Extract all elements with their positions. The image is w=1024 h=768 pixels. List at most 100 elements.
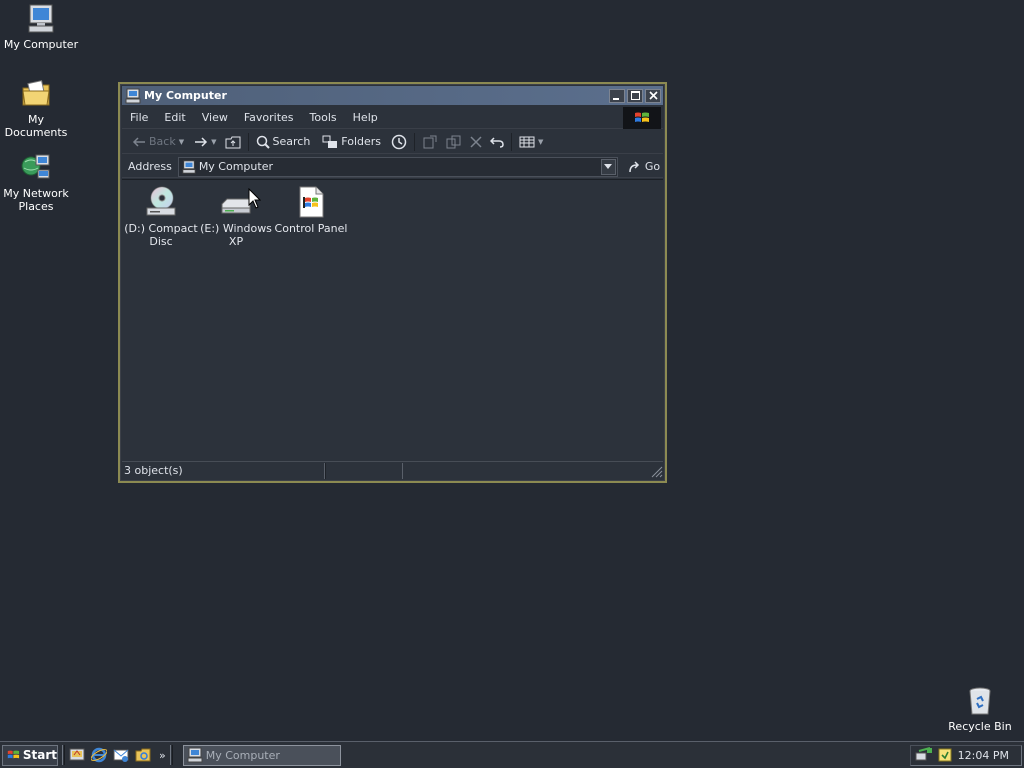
title-bar[interactable]: My Computer — [122, 86, 663, 105]
folder-documents-icon — [22, 80, 50, 106]
address-dropdown-button[interactable] — [600, 158, 616, 175]
up-folder-icon — [225, 136, 240, 148]
item-label: (E:) Windows XP — [200, 222, 272, 248]
toolbar-separator — [414, 132, 416, 151]
delete-icon — [470, 135, 482, 148]
taskbar-divider — [169, 745, 173, 765]
maximize-icon — [630, 91, 640, 100]
menu-file[interactable]: File — [122, 111, 156, 124]
views-icon — [519, 136, 535, 147]
menu-view[interactable]: View — [194, 111, 236, 124]
minimize-button[interactable] — [609, 88, 625, 103]
computer-icon — [125, 88, 141, 103]
close-icon — [648, 91, 658, 100]
control-panel-icon — [299, 186, 324, 218]
address-bar: Address My Computer Go — [122, 156, 663, 178]
menu-edit[interactable]: Edit — [156, 111, 193, 124]
windows-flag-icon — [7, 750, 20, 759]
windows-logo — [623, 106, 661, 129]
status-pane-objects: 3 object(s) — [122, 462, 325, 479]
history-icon — [391, 134, 407, 149]
drive-e-item[interactable]: (E:) Windows XP — [198, 186, 274, 248]
folders-icon — [322, 135, 338, 148]
control-panel-item[interactable]: Control Panel — [273, 186, 349, 235]
go-button[interactable]: Go — [628, 160, 660, 173]
minimize-icon — [613, 97, 619, 100]
forward-dropdown-icon[interactable]: ▼ — [211, 138, 216, 146]
address-input[interactable]: My Computer — [177, 156, 618, 177]
item-label: (D:) Compact Disc — [124, 222, 198, 248]
toolbar-separator — [511, 132, 513, 151]
move-to-button[interactable] — [418, 135, 442, 149]
quick-launch: » — [69, 747, 166, 763]
taskbar-button-my-computer[interactable]: My Computer — [182, 744, 341, 766]
desktop-icon-label: My Documents — [4, 113, 68, 139]
back-button[interactable]: Back — [128, 135, 180, 148]
computer-icon — [182, 159, 196, 174]
taskbar: Start » My Computer 12:04 PM — [0, 741, 1024, 768]
start-button[interactable]: Start — [2, 744, 58, 766]
explorer-folder-icon[interactable] — [135, 747, 151, 763]
address-label: Address — [128, 160, 172, 173]
desktop-icon-label: Recycle Bin — [948, 720, 1012, 733]
computer-icon — [187, 747, 203, 763]
security-shield-icon[interactable] — [937, 747, 953, 763]
outlook-express-icon[interactable] — [113, 747, 129, 763]
cd-drive-icon — [146, 186, 176, 216]
desktop-icon-my-network-places[interactable]: My Network Places — [0, 152, 76, 213]
resize-grip-icon[interactable] — [649, 464, 663, 478]
quick-launch-more-icon[interactable]: » — [159, 749, 166, 762]
history-button[interactable] — [387, 134, 411, 150]
status-pane-middle — [325, 462, 403, 479]
up-folder-button[interactable] — [221, 135, 245, 149]
clock[interactable]: 12:04 PM — [958, 749, 1009, 762]
start-label: Start — [22, 748, 57, 762]
taskbar-button-label: My Computer — [205, 748, 280, 762]
internet-explorer-icon[interactable] — [91, 747, 107, 763]
desktop-icon-label: My Network Places — [3, 187, 69, 213]
folders-button[interactable]: Folders — [318, 135, 385, 149]
forward-arrow-icon — [195, 136, 208, 147]
search-icon — [256, 135, 270, 149]
copy-to-button[interactable] — [442, 135, 466, 149]
folder-content: (D:) Compact Disc (E:) Windows XP Contro… — [122, 179, 663, 460]
show-desktop-icon[interactable] — [69, 747, 85, 763]
menu-help[interactable]: Help — [345, 111, 386, 124]
go-label: Go — [644, 160, 661, 173]
system-tray: 12:04 PM — [910, 744, 1022, 766]
window-title: My Computer — [144, 89, 227, 102]
close-button[interactable] — [645, 88, 661, 103]
search-button[interactable]: Search — [252, 135, 315, 149]
my-computer-window: My Computer File Edit View Favorites Too… — [118, 82, 667, 483]
chevron-down-icon — [604, 164, 613, 169]
drive-d-item[interactable]: (D:) Compact Disc — [123, 186, 199, 248]
back-label: Back — [149, 135, 176, 148]
views-button[interactable]: ▼ — [515, 136, 547, 148]
move-to-icon — [423, 135, 437, 148]
desktop-icon-my-computer[interactable]: My Computer — [1, 3, 81, 51]
computer-icon — [28, 4, 54, 33]
maximize-button[interactable] — [627, 88, 643, 103]
desktop-icon-label: My Computer — [3, 38, 79, 51]
status-bar: 3 object(s) — [122, 461, 663, 479]
undo-button[interactable] — [486, 136, 508, 148]
menu-favorites[interactable]: Favorites — [236, 111, 302, 124]
copy-to-icon — [446, 135, 461, 148]
delete-button[interactable] — [466, 135, 486, 148]
desktop-icon-recycle-bin[interactable]: Recycle Bin — [940, 685, 1020, 733]
mouse-cursor-icon — [248, 188, 261, 209]
toolbar: Back ▼ ▼ Search Folders ▼ — [122, 130, 663, 154]
undo-icon — [490, 136, 504, 148]
network-connection-icon[interactable] — [915, 747, 933, 763]
back-arrow-icon — [132, 136, 145, 147]
address-value: My Computer — [198, 160, 273, 173]
back-dropdown-icon[interactable]: ▼ — [179, 138, 184, 146]
status-object-count: 3 object(s) — [124, 464, 183, 477]
desktop-icon-my-documents[interactable]: My Documents — [0, 78, 76, 139]
menu-tools[interactable]: Tools — [302, 111, 345, 124]
forward-button[interactable] — [190, 136, 212, 148]
search-label: Search — [272, 135, 311, 148]
menu-bar: File Edit View Favorites Tools Help — [122, 106, 663, 129]
toolbar-separator — [247, 132, 249, 151]
go-arrow-icon — [629, 160, 639, 172]
